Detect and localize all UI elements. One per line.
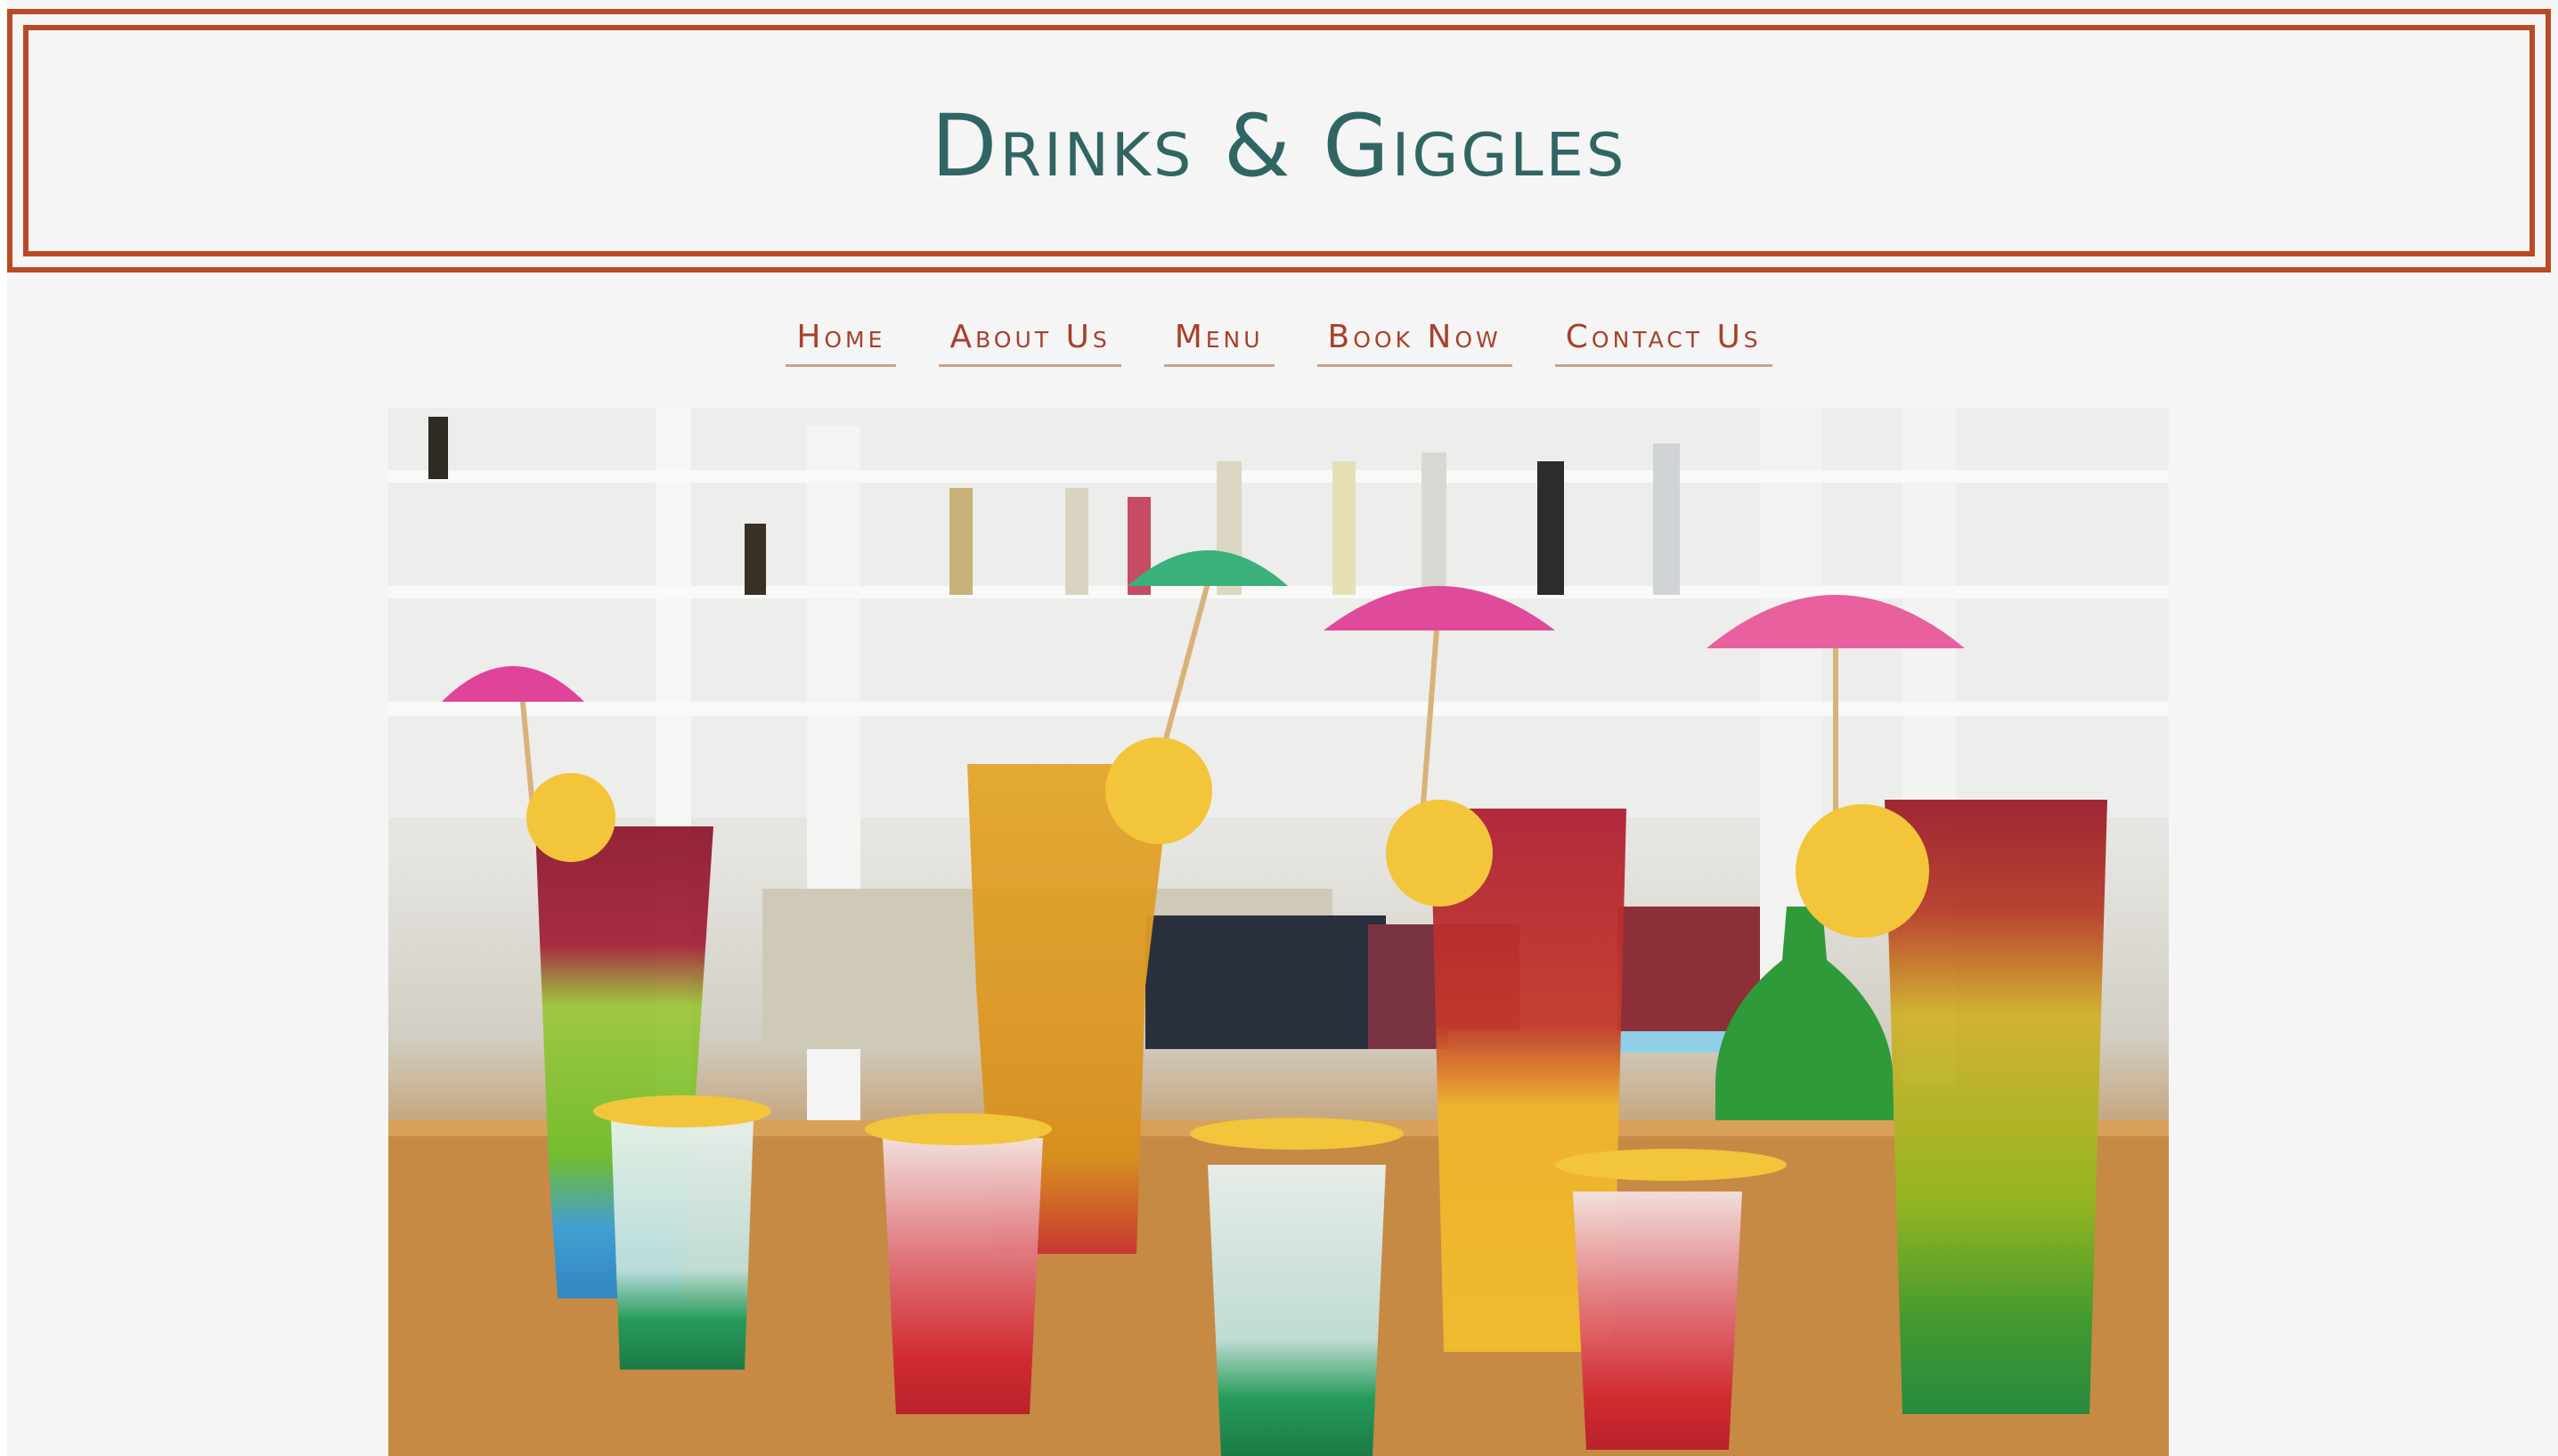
nav-item-about-us[interactable]: About Us (939, 313, 1121, 367)
nav-item-menu[interactable]: Menu (1163, 313, 1275, 367)
cocktails-photo (388, 408, 2169, 1456)
site-title[interactable]: Drinks & Giggles (932, 85, 1627, 196)
main-nav: Home About Us Menu Book Now Contact Us (7, 313, 2551, 367)
hero-image (388, 408, 2169, 1456)
nav-item-contact-us[interactable]: Contact Us (1554, 313, 1772, 367)
nav-item-book-now[interactable]: Book Now (1316, 313, 1512, 367)
site-header: Drinks & Giggles (7, 9, 2551, 272)
nav-item-home[interactable]: Home (786, 313, 897, 367)
header-frame: Drinks & Giggles (23, 25, 2535, 256)
page: Drinks & Giggles Home About Us Menu Book… (7, 0, 2558, 1456)
